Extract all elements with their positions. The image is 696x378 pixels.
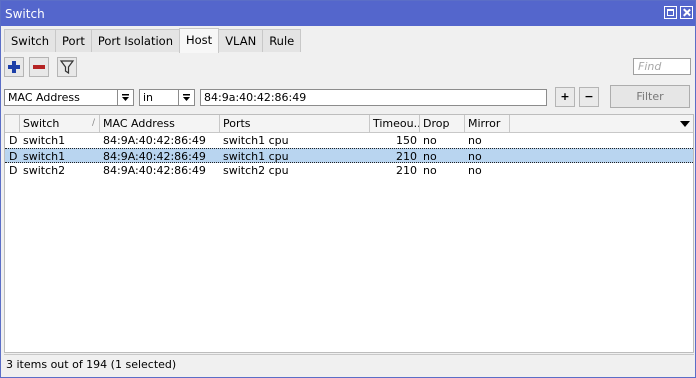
filter-icon — [59, 60, 75, 75]
column-header-mac-address[interactable]: MAC Address — [100, 115, 220, 132]
sort-indicator-icon: ∕ — [91, 118, 95, 128]
cell-switch: switch2 — [23, 164, 66, 177]
status-bar: 3 items out of 194 (1 selected) — [4, 354, 694, 373]
cell-drop: no — [423, 150, 437, 163]
cell-mirror: no — [468, 164, 482, 177]
column-header-ports[interactable]: Ports — [220, 115, 370, 132]
row-flag: D — [9, 134, 18, 147]
tab-rule[interactable]: Rule — [262, 29, 302, 52]
maximize-icon[interactable] — [664, 6, 677, 19]
column-header-switch[interactable]: Switch ∕ — [20, 115, 100, 132]
cell-switch: switch1 — [23, 134, 66, 147]
toolbar — [1, 54, 695, 80]
remove-filter-button[interactable]: − — [579, 87, 599, 107]
tab-bar: Switch Port Port Isolation Host VLAN Rul… — [4, 28, 302, 53]
cell-ports: switch1 cpu — [223, 150, 289, 163]
cell-mirror: no — [468, 134, 482, 147]
column-header-drop[interactable]: Drop — [420, 115, 465, 132]
table-row[interactable]: D switch1 84:9A:40:42:86:49 switch1 cpu … — [5, 133, 693, 148]
dropdown-arrow-icon[interactable] — [178, 90, 194, 105]
cell-drop: no — [423, 164, 437, 177]
table-header: Switch ∕ MAC Address Ports Timeou... Dro… — [5, 115, 693, 133]
remove-button[interactable] — [29, 57, 49, 77]
filter-field-value: MAC Address — [8, 91, 80, 104]
close-icon[interactable] — [680, 6, 693, 19]
cell-ports: switch1 cpu — [223, 134, 289, 147]
column-header-timeout[interactable]: Timeou... — [370, 115, 420, 132]
window-title: Switch — [5, 7, 45, 21]
cell-switch: switch1 — [23, 150, 66, 163]
filter-bar: MAC Address in 84:9a:40:42:86:49 + − Fil… — [1, 83, 695, 111]
cell-mirror: no — [468, 150, 482, 163]
column-header-spacer — [510, 115, 677, 132]
cell-timeout: 150 — [396, 134, 417, 147]
filter-field-select[interactable]: MAC Address — [4, 89, 134, 106]
dropdown-arrow-icon[interactable] — [117, 90, 133, 105]
cell-drop: no — [423, 134, 437, 147]
tab-vlan[interactable]: VLAN — [218, 29, 264, 52]
switch-window: Switch Switch Port Port Isolation Host V… — [0, 0, 696, 378]
filter-value-input[interactable]: 84:9a:40:42:86:49 — [200, 89, 547, 106]
tab-host[interactable]: Host — [179, 28, 220, 53]
hosts-table: Switch ∕ MAC Address Ports Timeou... Dro… — [4, 114, 694, 353]
row-flag: D — [9, 164, 18, 177]
filter-operator-select[interactable]: in — [139, 89, 195, 106]
cell-timeout: 210 — [396, 164, 417, 177]
tab-port-isolation[interactable]: Port Isolation — [90, 29, 180, 52]
add-filter-button[interactable]: + — [555, 87, 575, 107]
table-row-selected[interactable]: D switch1 84:9A:40:42:86:49 switch1 cpu … — [5, 148, 693, 163]
cell-timeout: 210 — [396, 150, 417, 163]
filter-toggle-button[interactable] — [57, 57, 77, 77]
table-row[interactable]: D switch2 84:9A:40:42:86:49 switch2 cpu … — [5, 163, 693, 178]
add-button[interactable] — [4, 57, 24, 77]
filter-button[interactable]: Filter — [610, 85, 690, 108]
tab-switch[interactable]: Switch — [4, 29, 57, 52]
column-header-mirror[interactable]: Mirror — [465, 115, 510, 132]
column-header-flag[interactable] — [5, 115, 20, 132]
filter-operator-value: in — [143, 91, 154, 104]
column-menu-button[interactable] — [677, 115, 693, 132]
cell-mac-address: 84:9A:40:42:86:49 — [103, 164, 206, 177]
find-input[interactable]: Find — [633, 58, 691, 75]
row-flag: D — [9, 150, 18, 163]
cell-ports: switch2 cpu — [223, 164, 289, 177]
cell-mac-address: 84:9A:40:42:86:49 — [103, 134, 206, 147]
chevron-down-icon — [680, 121, 690, 127]
title-bar[interactable]: Switch — [1, 1, 695, 26]
tab-port[interactable]: Port — [55, 29, 92, 52]
cell-mac-address: 84:9A:40:42:86:49 — [103, 150, 206, 163]
